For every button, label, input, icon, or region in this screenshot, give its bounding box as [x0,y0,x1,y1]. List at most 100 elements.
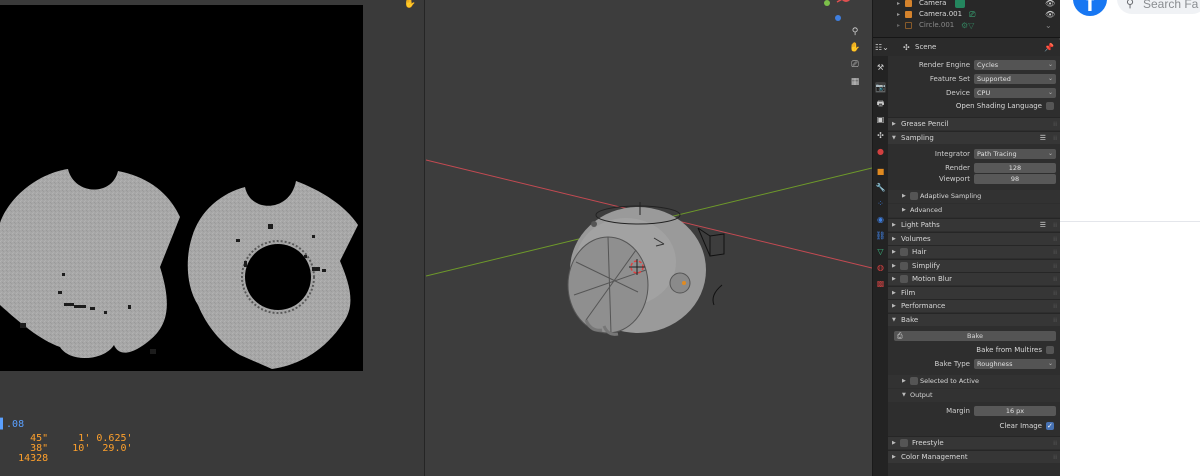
collapsed-arrow-icon: ▶ [892,222,896,228]
preset-list-icon: ☰ [1039,134,1046,142]
motion-blur-checkbox[interactable] [900,275,908,283]
modifier-tab-icon[interactable]: 🔧 [875,182,886,193]
output-tab-icon[interactable]: 🖶 [875,98,886,109]
selected-to-active-checkbox[interactable] [910,377,918,385]
osl-checkbox[interactable] [1046,102,1054,110]
hand-icon[interactable]: ✋ [402,0,418,10]
particles-tab-icon[interactable]: ⁘ [875,198,886,209]
render-engine-select[interactable]: Cycles ⌄ [974,60,1056,70]
subpanel-output[interactable]: ▼ Output [888,389,1060,402]
bake-type-select[interactable]: Roughness ⌄ [974,359,1056,369]
stat-line-top: ▌.08 [0,419,25,430]
drag-grip-icon: ⁞⁞ [1053,135,1057,142]
material-tab-icon[interactable]: ◍ [875,262,886,273]
world-tab-icon[interactable]: ● [875,146,886,157]
collapsed-arrow-icon: ▶ [902,378,906,384]
3d-viewport[interactable]: ⚲ ✋ ⎚ ▦ [426,0,872,476]
camera-object-icon [905,11,912,18]
view-layer-tab-icon[interactable]: ▣ [875,114,886,125]
pan-hand-icon[interactable]: ✋ [848,41,862,55]
scene-icon: ✣ [903,43,910,52]
camera-object-icon [905,0,912,7]
viewport-samples-input[interactable]: 98 [974,174,1056,184]
preset-list-icon: ☰ [1039,221,1046,229]
drag-grip-icon: ⁞⁞ [1053,440,1057,447]
feature-set-select[interactable]: Supported ⌄ [974,74,1056,84]
search-input[interactable]: ⚲ Search Fa [1117,0,1200,14]
render-tab-icon[interactable]: 📷 [875,82,886,93]
perspective-grid-icon[interactable]: ▦ [848,75,862,89]
bake-multires-checkbox[interactable] [1046,346,1054,354]
properties-panel[interactable]: Render Engine Cycles ⌄ Feature Set Suppor… [888,56,1060,476]
margin-input[interactable]: 16 px [974,406,1056,416]
navigation-gizmo[interactable] [822,0,852,24]
outliner[interactable]: ▸ Camera 👁 ▸ Camera.001 ⎚ 👁 ▸ Circle.001… [873,0,1060,38]
osl-row: Open Shading Language [888,100,1060,112]
adaptive-sampling-checkbox[interactable] [910,192,918,200]
device-select[interactable]: CPU ⌄ [974,88,1056,98]
stats-overlay: ▌.08 45" 1' 0.625' 38" 10' 29.0' 14328 [0,420,133,464]
camera-view-icon[interactable]: ⎚ [848,58,862,72]
expand-icon[interactable]: ▸ [897,0,900,9]
eye-icon[interactable]: 👁 [1045,0,1055,9]
tool-tab-icon[interactable]: ⚒ [875,62,886,73]
outliner-row-camera[interactable]: ▸ Camera 👁 [873,0,1060,9]
constraints-tab-icon[interactable]: ⛓ [875,230,886,241]
collapsed-arrow-icon: ▶ [902,207,906,213]
pin-icon[interactable]: 📌 [1044,43,1054,52]
texture-tab-icon[interactable]: ▩ [875,278,886,289]
panel-grease-pencil[interactable]: ▶ Grease Pencil ⁞⁞ [888,117,1060,130]
divider [1060,221,1200,222]
simplify-checkbox[interactable] [900,262,908,270]
chevron-down-icon: ⌄ [1047,360,1053,367]
expand-icon[interactable]: ▸ [897,20,900,31]
freestyle-checkbox[interactable] [900,439,908,447]
subpanel-adaptive-sampling[interactable]: ▶ Adaptive Sampling [888,190,1060,203]
panel-freestyle[interactable]: ▶ Freestyle ⁞⁞ [888,436,1060,449]
physics-tab-icon[interactable]: ◉ [875,214,886,225]
margin-row: Margin 16 px [888,405,1060,417]
expand-icon[interactable]: ▸ [897,9,900,20]
outliner-row-circle-001[interactable]: ▸ Circle.001 ⚙▽ ⌄ [873,20,1060,31]
chevron-down-icon: ⌄ [1047,150,1053,157]
editor-type-icon[interactable]: ☷⌄ [875,43,889,52]
drag-grip-icon: ⁞⁞ [1053,249,1057,256]
panel-light-paths[interactable]: ▶ Light Paths ☰ ⁞⁞ [888,218,1060,231]
facebook-logo-icon[interactable]: f [1073,0,1107,17]
subpanel-advanced[interactable]: ▶ Advanced [888,204,1060,217]
panel-performance[interactable]: ▶ Performance ⁞⁞ [888,299,1060,312]
panel-volumes[interactable]: ▶ Volumes ⁞⁞ [888,232,1060,245]
panel-hair[interactable]: ▶ Hair ⁞⁞ [888,245,1060,258]
collapsed-arrow-icon: ▶ [892,440,896,446]
panel-simplify[interactable]: ▶ Simplify ⁞⁞ [888,259,1060,272]
panel-sampling[interactable]: ▼ Sampling ☰ ⁞⁞ [888,131,1060,144]
drag-grip-icon: ⁞⁞ [1053,303,1057,310]
subpanel-selected-to-active[interactable]: ▶ Selected to Active [888,375,1060,388]
outliner-row-camera-001[interactable]: ▸ Camera.001 ⎚ 👁 [873,9,1060,20]
clear-image-row: Clear Image [888,420,1060,432]
object-data-tab-icon[interactable]: ▽ [875,246,886,257]
zoom-icon[interactable]: ⚲ [848,25,862,39]
image-editor[interactable]: ✋ ▌.08 45" 1' 0.625' 38" 10' 29.0' 14328 [0,0,425,476]
panel-film[interactable]: ▶ Film ⁞⁞ [888,286,1060,299]
collapsed-arrow-icon: ▶ [902,193,906,199]
uv-bake-image[interactable] [0,5,363,371]
integrator-row: Integrator Path Tracing ⌄ [888,148,1060,160]
bake-button[interactable]: ⎙ Bake [894,331,1056,341]
drag-grip-icon: ⁞⁞ [1053,317,1057,324]
chevron-down-icon[interactable]: ⌄ [1045,20,1052,31]
panel-motion-blur[interactable]: ▶ Motion Blur ⁞⁞ [888,272,1060,285]
scene-tab-icon[interactable]: ✣ [875,130,886,141]
hair-checkbox[interactable] [900,248,908,256]
object-tab-icon[interactable]: ■ [875,166,886,177]
stat-line-3: 14328 [18,453,49,464]
render-samples-input[interactable]: 128 [974,163,1056,173]
eye-icon[interactable]: 👁 [1045,9,1055,20]
clear-image-checkbox[interactable] [1046,420,1054,432]
chevron-down-icon: ⌄ [1047,75,1053,82]
panel-bake[interactable]: ▼ Bake ⁞⁞ [888,313,1060,326]
viewport-scene [426,159,872,336]
integrator-select[interactable]: Path Tracing ⌄ [974,149,1056,159]
panel-color-management[interactable]: ▶ Color Management ⁞⁞ [888,450,1060,463]
collapsed-arrow-icon: ▶ [892,276,896,282]
